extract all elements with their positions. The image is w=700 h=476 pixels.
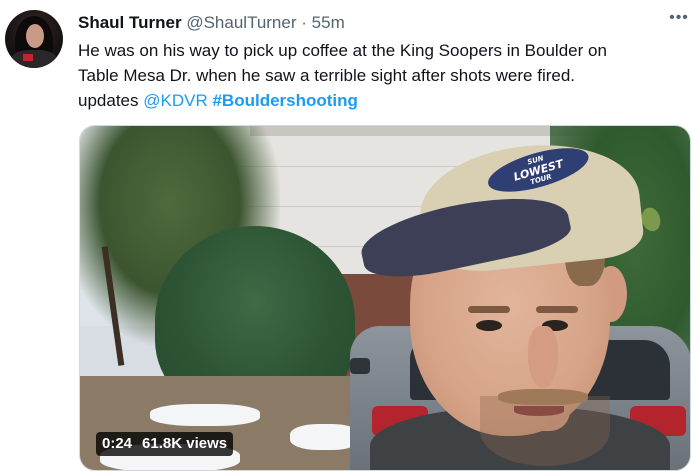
avatar-station-logo (23, 54, 33, 61)
tweet-header: Shaul Turner @ShaulTurner · 55m (78, 12, 345, 34)
eyebrow (536, 306, 578, 313)
video-stats-badge: 0:24 61.8K views (96, 432, 234, 456)
mouth (514, 406, 564, 416)
tweet-text-prefix: updates (78, 91, 144, 110)
video-view-count: 61.8K views (142, 435, 228, 452)
video-player[interactable]: SUN LOWEST TOUR 0:24 61.8K views (79, 125, 691, 471)
author-avatar[interactable] (5, 10, 63, 68)
tweet-text-line: updates @KDVR #Bouldershooting (78, 88, 688, 113)
author-handle[interactable]: @ShaulTurner (186, 13, 296, 32)
eye (476, 320, 502, 331)
tweet-text: He was on his way to pick up coffee at t… (78, 38, 688, 113)
avatar-shirt (11, 50, 57, 68)
cap-leaf-emblem (639, 205, 664, 234)
hashtag-link[interactable]: #Bouldershooting (212, 91, 357, 110)
header-separator: · (301, 13, 307, 32)
ellipsis-icon[interactable]: ••• (668, 10, 690, 29)
video-duration: 0:24 (102, 435, 133, 452)
mustache (498, 389, 588, 405)
car-mirror (350, 358, 370, 374)
author-name[interactable]: Shaul Turner (78, 13, 182, 32)
tweet-timestamp[interactable]: 55m (312, 13, 345, 32)
tweet-text-line: He was on his way to pick up coffee at t… (78, 41, 607, 60)
avatar-face (26, 24, 44, 48)
nose (528, 326, 558, 388)
tweet-text-line: Table Mesa Dr. when he saw a terrible si… (78, 66, 576, 85)
interviewee: SUN LOWEST TOUR (355, 134, 670, 470)
eyebrow (468, 306, 510, 313)
tweet-card[interactable]: Shaul Turner @ShaulTurner · 55m ••• He w… (0, 0, 700, 476)
mention-link[interactable]: @KDVR (143, 91, 208, 110)
snow-patch (150, 404, 260, 426)
